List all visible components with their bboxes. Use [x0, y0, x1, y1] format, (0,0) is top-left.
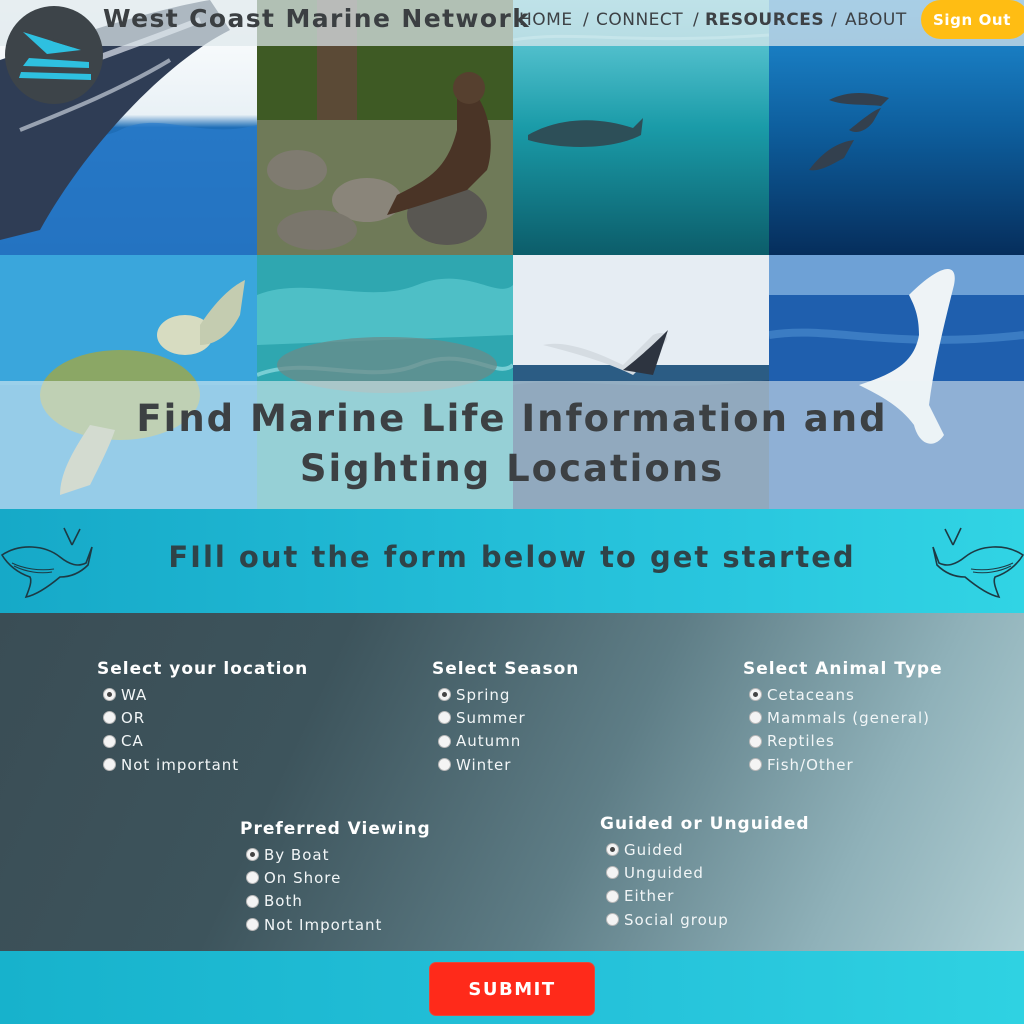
viewing-group: Preferred Viewing By Boat On Shore Both …	[240, 819, 431, 936]
guided-option[interactable]: Guided	[600, 838, 810, 861]
hero-title-line: Sighting Locations	[299, 447, 725, 490]
option-label: Not Important	[264, 915, 383, 934]
option-label: Social group	[624, 910, 729, 929]
nav-connect[interactable]: CONNECT	[596, 10, 683, 30]
location-group: Select your location WA OR CA Not import…	[97, 659, 308, 776]
option-label: Autumn	[456, 732, 522, 751]
season-option[interactable]: Autumn	[432, 730, 579, 753]
location-option[interactable]: WA	[97, 683, 308, 706]
guided-option[interactable]: Social group	[600, 908, 810, 931]
option-label: Either	[624, 887, 675, 906]
option-label: By Boat	[264, 845, 330, 864]
option-label: Not important	[121, 755, 240, 774]
radio-button[interactable]	[103, 758, 116, 772]
radio-button[interactable]	[438, 734, 451, 748]
nav-home[interactable]: HOME	[519, 10, 573, 30]
site-logo[interactable]	[5, 6, 103, 104]
hero-title: Find Marine Life Information and Sightin…	[0, 394, 1024, 494]
option-label: Unguided	[624, 863, 704, 882]
nav-separator: /	[693, 10, 699, 30]
animal-type-group: Select Animal Type Cetaceans Mammals (ge…	[743, 659, 943, 776]
nav-separator: /	[831, 10, 837, 30]
viewing-option[interactable]: Not Important	[240, 913, 431, 936]
location-option[interactable]: OR	[97, 706, 308, 729]
season-option[interactable]: Summer	[432, 706, 579, 729]
radio-button[interactable]	[246, 918, 259, 932]
animal-type-title: Select Animal Type	[743, 659, 943, 679]
option-label: Cetaceans	[767, 685, 855, 704]
option-label: WA	[121, 685, 148, 704]
whale-outline-icon	[932, 527, 1024, 599]
radio-button[interactable]	[606, 866, 619, 880]
radio-button[interactable]	[246, 871, 259, 885]
animal-type-option[interactable]: Mammals (general)	[743, 706, 943, 729]
submit-button[interactable]: SUBMIT	[429, 962, 595, 1016]
intro-text: FIll out the form below to get started	[168, 540, 856, 574]
radio-button[interactable]	[103, 734, 116, 748]
radio-button[interactable]	[246, 848, 259, 862]
radio-button[interactable]	[749, 688, 762, 702]
sign-out-button[interactable]: Sign Out	[921, 0, 1024, 39]
season-option[interactable]: Winter	[432, 753, 579, 776]
guided-title: Guided or Unguided	[600, 814, 810, 834]
season-title: Select Season	[432, 659, 580, 679]
location-option[interactable]: Not important	[97, 753, 308, 776]
animal-type-option[interactable]: Reptiles	[743, 730, 943, 753]
guided-group: Guided or Unguided Guided Unguided Eithe…	[600, 814, 810, 931]
radio-button[interactable]	[438, 688, 451, 702]
guided-option[interactable]: Either	[600, 885, 810, 908]
option-label: Fish/Other	[767, 755, 854, 774]
animal-type-option[interactable]: Fish/Other	[743, 753, 943, 776]
option-label: Guided	[624, 840, 684, 859]
option-label: Spring	[456, 685, 511, 704]
season-group: Select Season Spring Summer Autumn Winte…	[432, 659, 579, 776]
nav-separator: /	[583, 10, 589, 30]
nav-resources[interactable]: RESOURCES	[705, 10, 824, 30]
radio-button[interactable]	[103, 711, 116, 725]
radio-button[interactable]	[606, 843, 619, 857]
guided-option[interactable]: Unguided	[600, 861, 810, 884]
season-option[interactable]: Spring	[432, 683, 579, 706]
radio-button[interactable]	[438, 758, 451, 772]
option-label: Summer	[456, 708, 526, 727]
radio-button[interactable]	[438, 711, 451, 725]
animal-type-option[interactable]: Cetaceans	[743, 683, 943, 706]
radio-button[interactable]	[749, 711, 762, 725]
radio-button[interactable]	[103, 688, 116, 702]
viewing-title: Preferred Viewing	[240, 819, 431, 839]
radio-button[interactable]	[749, 758, 762, 772]
option-label: CA	[121, 732, 144, 751]
option-label: OR	[121, 708, 146, 727]
option-label: Both	[264, 892, 303, 911]
radio-button[interactable]	[749, 734, 762, 748]
nav-about[interactable]: ABOUT	[845, 10, 907, 30]
site-title: West Coast Marine Network	[103, 4, 531, 33]
viewing-option[interactable]: By Boat	[240, 843, 431, 866]
option-label: Reptiles	[767, 732, 835, 751]
viewing-option[interactable]: Both	[240, 890, 431, 913]
hero-title-line: Find Marine Life Information and	[136, 397, 888, 440]
location-option[interactable]: CA	[97, 730, 308, 753]
option-label: Mammals (general)	[767, 708, 931, 727]
radio-button[interactable]	[606, 889, 619, 903]
option-label: Winter	[456, 755, 512, 774]
location-title: Select your location	[97, 659, 309, 679]
option-label: On Shore	[264, 868, 342, 887]
sailboat-logo-icon	[19, 32, 91, 80]
viewing-option[interactable]: On Shore	[240, 866, 431, 889]
radio-button[interactable]	[246, 894, 259, 908]
radio-button[interactable]	[606, 913, 619, 927]
